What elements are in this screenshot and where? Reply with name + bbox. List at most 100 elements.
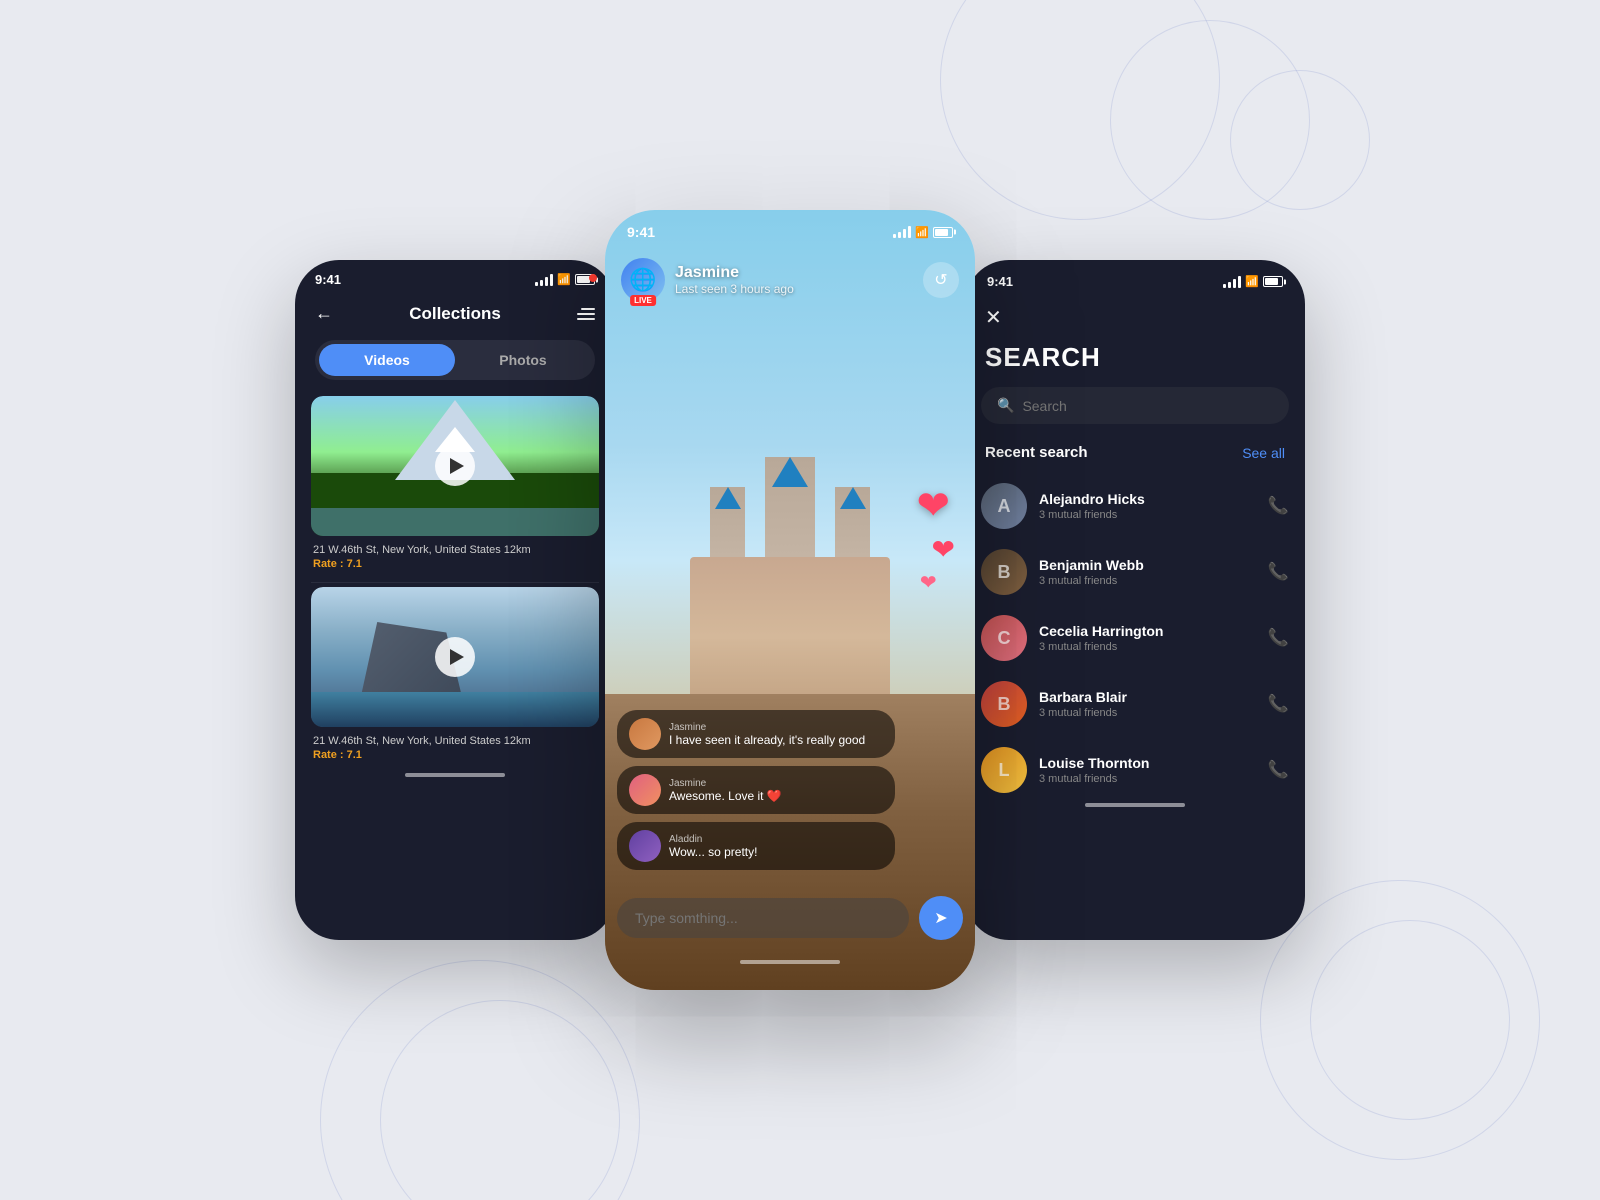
chat-input[interactable] xyxy=(617,898,909,938)
hearts-overlay: ❤ ❤ ❤ xyxy=(912,483,955,595)
video-address-2: 21 W.46th St, New York, United States 12… xyxy=(313,735,597,747)
contact-mutual-alejandro: 3 mutual friends xyxy=(1039,509,1256,521)
heart-large: ❤ xyxy=(917,483,951,529)
play-button-2[interactable] xyxy=(435,637,475,677)
video-card-1: 21 W.46th St, New York, United States 12… xyxy=(311,396,599,574)
status-icons-1: 📶 xyxy=(535,273,595,286)
contact-name-benjamin: Benjamin Webb xyxy=(1039,557,1256,573)
contact-mutual-barbara: 3 mutual friends xyxy=(1039,707,1256,719)
collections-header: ← Collections xyxy=(295,295,615,336)
comment-avatar-3 xyxy=(629,830,661,862)
search-input[interactable] xyxy=(1022,398,1273,414)
play-button-1[interactable] xyxy=(435,446,475,486)
live-header: 🌐 LIVE Jasmine Last seen 3 hours ago ↺ xyxy=(605,250,975,310)
castle-background xyxy=(605,210,975,990)
comment-text-2: Awesome. Love it ❤️ xyxy=(669,789,782,803)
video-rate-2: Rate : 7.1 xyxy=(313,749,597,761)
search-icon: 🔍 xyxy=(997,397,1014,414)
call-icon-cecelia[interactable]: 📞 xyxy=(1268,628,1289,648)
comment-text-1: I have seen it already, it's really good xyxy=(669,733,865,747)
call-icon-barbara[interactable]: 📞 xyxy=(1268,694,1289,714)
video-address-1: 21 W.46th St, New York, United States 12… xyxy=(313,544,597,556)
divider-1 xyxy=(311,582,599,583)
call-icon-louise[interactable]: 📞 xyxy=(1268,760,1289,780)
status-time-1: 9:41 xyxy=(315,272,341,287)
heart-medium: ❤ xyxy=(932,533,955,566)
comment-text-3: Wow... so pretty! xyxy=(669,845,757,859)
contact-name-cecelia: Cecelia Harrington xyxy=(1039,623,1256,639)
contact-name-barbara: Barbara Blair xyxy=(1039,689,1256,705)
status-time-2: 9:41 xyxy=(627,224,655,240)
refresh-button[interactable]: ↺ xyxy=(923,262,959,298)
contact-item-louise[interactable]: L Louise Thornton 3 mutual friends 📞 xyxy=(981,737,1289,803)
recent-header: Recent search See all xyxy=(965,440,1305,473)
see-all-button[interactable]: See all xyxy=(1242,445,1285,461)
input-bar: ➤ xyxy=(617,896,963,940)
tab-photos[interactable]: Photos xyxy=(455,344,591,376)
contact-info-benjamin: Benjamin Webb 3 mutual friends xyxy=(1039,557,1256,587)
video-thumb-1 xyxy=(311,396,599,536)
video-rate-1: Rate : 7.1 xyxy=(313,558,597,570)
contact-name-alejandro: Alejandro Hicks xyxy=(1039,491,1256,507)
wifi-icon-2: 📶 xyxy=(915,226,929,239)
phone-livestream: 9:41 📶 🌐 LIVE Jasmine xyxy=(605,210,975,990)
back-button[interactable]: ← xyxy=(315,303,333,324)
phone-search: 9:41 📶 ✕ SEARCH 🔍 xyxy=(965,260,1305,940)
live-status: Last seen 3 hours ago xyxy=(675,282,794,296)
wifi-icon-3: 📶 xyxy=(1245,275,1259,288)
tower-center xyxy=(765,457,815,557)
status-bar-2: 9:41 📶 xyxy=(605,210,975,250)
comments-area: Jasmine I have seen it already, it's rea… xyxy=(617,710,895,870)
call-icon-benjamin[interactable]: 📞 xyxy=(1268,562,1289,582)
status-bar-1: 9:41 📶 xyxy=(295,260,615,295)
video-card-2: 21 W.46th St, New York, United States 12… xyxy=(311,587,599,765)
comment-2: Jasmine Awesome. Love it ❤️ xyxy=(617,766,895,814)
video-info-1: 21 W.46th St, New York, United States 12… xyxy=(311,536,599,574)
video-info-2: 21 W.46th St, New York, United States 12… xyxy=(311,727,599,765)
signal-bars-1 xyxy=(535,274,553,286)
recent-label: Recent search xyxy=(985,444,1088,461)
tower-right xyxy=(835,487,870,557)
globe-icon: 🌐 xyxy=(629,267,656,293)
battery-icon-3 xyxy=(1263,276,1283,287)
phones-container: 9:41 📶 ← Collections xyxy=(295,210,1305,990)
contact-list: A Alejandro Hicks 3 mutual friends 📞 B B… xyxy=(965,473,1305,803)
contact-name-louise: Louise Thornton xyxy=(1039,755,1256,771)
contact-avatar-barbara: B xyxy=(981,681,1027,727)
contact-item-barbara[interactable]: B Barbara Blair 3 mutual friends 📞 xyxy=(981,671,1289,737)
contact-item-alejandro[interactable]: A Alejandro Hicks 3 mutual friends 📞 xyxy=(981,473,1289,539)
call-icon-alejandro[interactable]: 📞 xyxy=(1268,496,1289,516)
contact-item-benjamin[interactable]: B Benjamin Webb 3 mutual friends 📞 xyxy=(981,539,1289,605)
search-title: SEARCH xyxy=(965,334,1305,387)
collections-title: Collections xyxy=(409,304,501,324)
home-indicator-3 xyxy=(1085,803,1185,807)
contact-info-barbara: Barbara Blair 3 mutual friends xyxy=(1039,689,1256,719)
contact-item-cecelia[interactable]: C Cecelia Harrington 3 mutual friends 📞 xyxy=(981,605,1289,671)
comment-content-1: Jasmine I have seen it already, it's rea… xyxy=(669,722,865,747)
menu-icon[interactable] xyxy=(577,308,595,320)
live-avatar: 🌐 LIVE xyxy=(621,258,665,302)
status-icons-2: 📶 xyxy=(893,226,953,239)
status-time-3: 9:41 xyxy=(987,274,1013,289)
video-thumb-2 xyxy=(311,587,599,727)
wifi-icon-1: 📶 xyxy=(557,273,571,286)
comment-avatar-2 xyxy=(629,774,661,806)
send-button[interactable]: ➤ xyxy=(919,896,963,940)
contact-mutual-benjamin: 3 mutual friends xyxy=(1039,575,1256,587)
tower-left xyxy=(710,487,745,557)
comment-avatar-1 xyxy=(629,718,661,750)
search-box: 🔍 xyxy=(981,387,1289,424)
phone-collections: 9:41 📶 ← Collections xyxy=(295,260,615,940)
status-bar-3: 9:41 📶 xyxy=(965,260,1305,297)
contact-avatar-benjamin: B xyxy=(981,549,1027,595)
contact-avatar-louise: L xyxy=(981,747,1027,793)
contact-mutual-cecelia: 3 mutual friends xyxy=(1039,641,1256,653)
tab-videos[interactable]: Videos xyxy=(319,344,455,376)
notification-dot xyxy=(589,274,597,282)
contact-avatar-alejandro: A xyxy=(981,483,1027,529)
comment-user-2: Jasmine xyxy=(669,778,782,789)
live-username: Jasmine xyxy=(675,264,794,282)
status-icons-3: 📶 xyxy=(1223,275,1283,288)
battery-icon-2 xyxy=(933,227,953,238)
tab-switcher: Videos Photos xyxy=(315,340,595,380)
